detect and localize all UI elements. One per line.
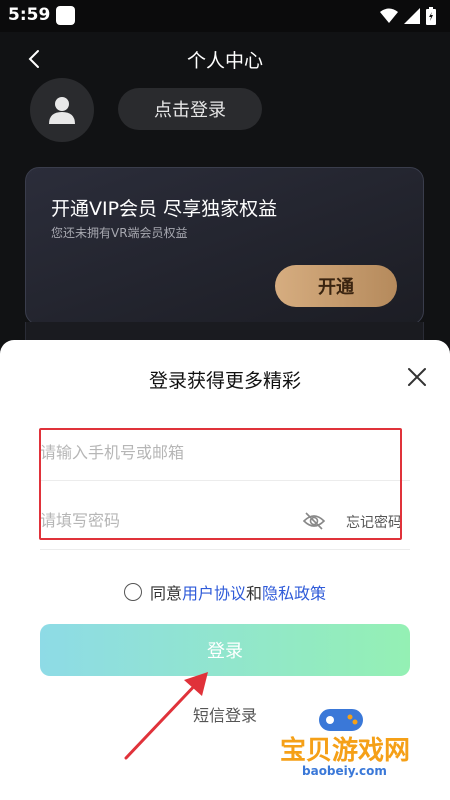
avatar[interactable] (30, 78, 94, 142)
divider (40, 549, 410, 550)
status-bar: 5:59 (0, 0, 450, 32)
page-title: 个人中心 (186, 50, 263, 72)
watermark-name: 宝贝游戏网 (280, 736, 411, 766)
status-time: 5:59 (8, 5, 51, 25)
phone-email-input[interactable] (40, 432, 410, 472)
click-login-button[interactable]: 点击登录 (118, 88, 262, 130)
notification-icon (56, 6, 75, 25)
vip-card: 开通VIP会员 尽享独家权益 您还未拥有VR端会员权益 开通 (25, 167, 424, 325)
user-icon (49, 97, 75, 124)
agree-prefix: 同意 (149, 584, 182, 603)
privacy-policy-link[interactable]: 隐私政策 (262, 580, 326, 604)
wifi-icon (380, 8, 398, 23)
agree-and: 和 (246, 584, 263, 603)
user-agreement-link[interactable]: 用户协议 (182, 580, 246, 604)
forgot-password-link[interactable]: 忘记密码 (346, 512, 402, 532)
watermark-logo: 宝贝游戏网 baobeiy.com (276, 700, 436, 790)
divider (40, 480, 410, 481)
signal-icon (404, 8, 420, 24)
agreement-row: 同意 用户协议 和 隐私政策 (0, 580, 450, 604)
vip-open-button[interactable]: 开通 (275, 265, 397, 307)
eye-off-icon[interactable] (302, 510, 326, 532)
watermark-url: baobeiy.com (302, 764, 387, 778)
status-icons (380, 7, 436, 25)
battery-icon (426, 7, 436, 25)
close-icon[interactable] (406, 366, 428, 388)
vip-title: 开通VIP会员 尽享独家权益 (51, 198, 278, 220)
vip-subtitle: 您还未拥有VR端会员权益 (51, 226, 188, 240)
password-input[interactable] (40, 500, 290, 540)
agree-radio[interactable] (123, 583, 142, 601)
login-button[interactable]: 登录 (40, 624, 410, 676)
sheet-title: 登录获得更多精彩 (148, 370, 301, 392)
